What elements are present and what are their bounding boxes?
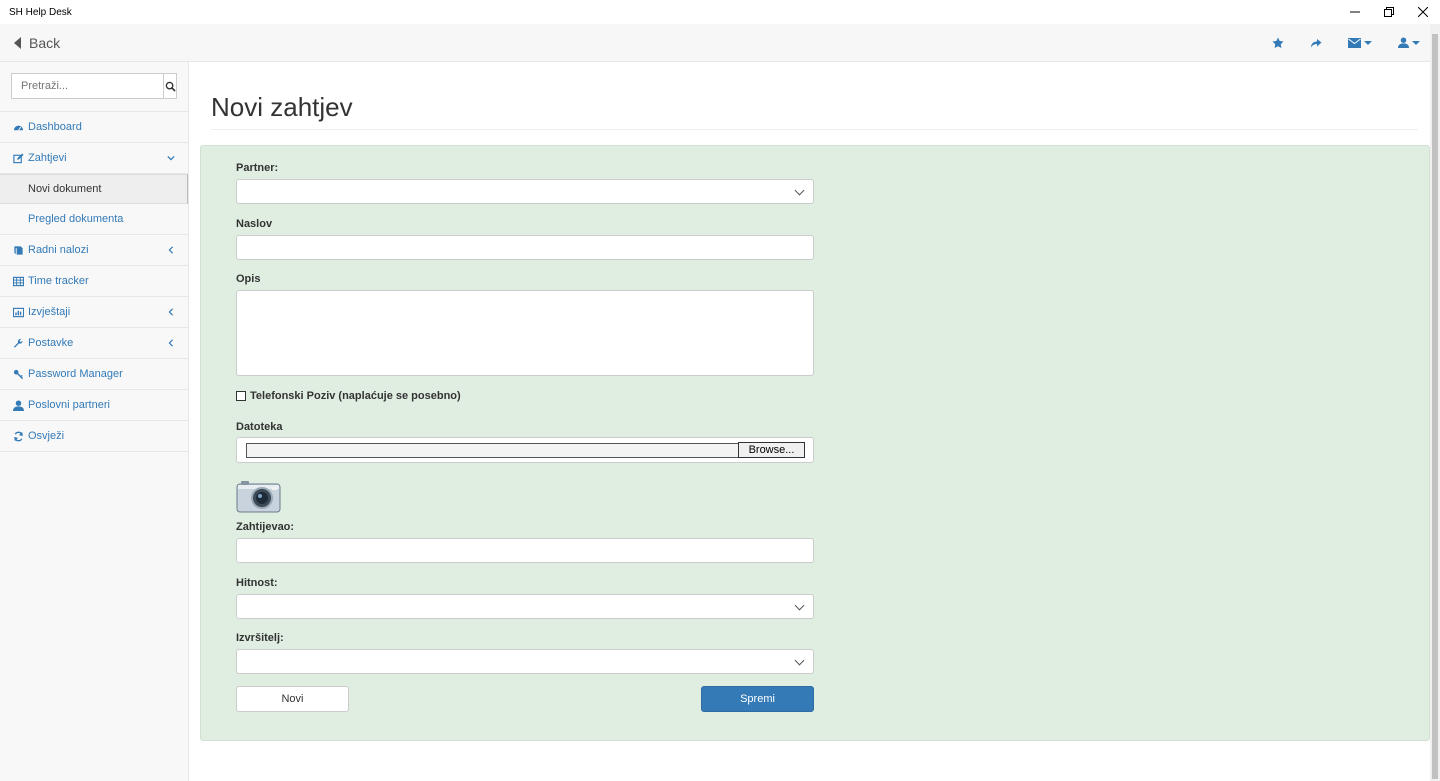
partner-label: Partner: xyxy=(236,162,279,174)
table-icon xyxy=(13,276,24,286)
browse-button[interactable]: Browse... xyxy=(738,442,805,458)
share-button[interactable] xyxy=(1310,37,1322,49)
back-label: Back xyxy=(29,34,61,51)
sidebar-item-label: Radni nalozi xyxy=(28,244,89,256)
user-icon xyxy=(13,399,24,411)
new-request-form: Partner: Naslov Opis Telefonski Poziv (n… xyxy=(200,145,1430,741)
phone-call-checkbox-row: Telefonski Poziv (naplaćuje se posebno) xyxy=(236,390,461,402)
sidebar: Dashboard Zahtjevi Novi dokument Pregled… xyxy=(0,62,189,781)
naslov-label: Naslov xyxy=(236,218,273,230)
chevron-down-icon xyxy=(794,185,805,196)
sidebar-item-osvjezi[interactable]: Osvježi xyxy=(0,421,188,452)
sidebar-item-label: Postavke xyxy=(28,337,74,349)
file-path-field[interactable] xyxy=(246,443,738,458)
file-input: Browse... xyxy=(236,437,814,463)
user-dropdown[interactable] xyxy=(1398,37,1420,48)
hitnost-label: Hitnost: xyxy=(236,577,278,589)
sidebar-item-label: Novi dokument xyxy=(28,183,102,195)
edit-icon xyxy=(13,152,24,163)
zahtijevao-label: Zahtijevao: xyxy=(236,521,295,533)
star-icon xyxy=(1272,37,1284,48)
chevron-down-icon xyxy=(794,600,805,611)
user-icon xyxy=(1398,37,1409,48)
back-arrow-icon xyxy=(14,36,21,49)
wrench-icon xyxy=(13,338,23,348)
izvrsitelj-select[interactable] xyxy=(236,649,814,674)
sidebar-item-label: Poslovni partneri xyxy=(28,399,110,411)
window-titlebar: SH Help Desk xyxy=(0,0,1440,24)
sidebar-item-label: Dashboard xyxy=(28,121,82,133)
sidebar-item-time-tracker[interactable]: Time tracker xyxy=(0,266,188,297)
sidebar-item-label: Osvježi xyxy=(28,430,65,442)
chevron-down-icon xyxy=(794,655,805,666)
sidebar-item-izvjestaji[interactable]: Izvještaji xyxy=(0,297,188,328)
sidebar-item-label: Zahtjevi xyxy=(28,152,67,164)
sidebar-subitem-novi-dokument[interactable]: Novi dokument xyxy=(0,174,188,204)
sidebar-item-poslovni-partneri[interactable]: Poslovni partneri xyxy=(0,390,188,421)
search-icon xyxy=(165,81,176,92)
envelope-icon xyxy=(1348,37,1361,48)
sidebar-item-label: Izvještaji xyxy=(28,306,71,318)
top-navbar: Back xyxy=(0,24,1430,62)
opis-label: Opis xyxy=(236,273,261,285)
opis-textarea[interactable] xyxy=(236,290,814,376)
window-title: SH Help Desk xyxy=(9,6,72,18)
scrollbar-thumb[interactable] xyxy=(1432,34,1438,779)
restore-button[interactable] xyxy=(1372,0,1406,24)
minimize-button[interactable] xyxy=(1338,0,1372,24)
camera-icon xyxy=(236,481,281,513)
book-icon xyxy=(14,245,23,255)
page-title: Novi zahtjev xyxy=(211,92,353,122)
zahtijevao-input[interactable] xyxy=(236,538,814,563)
minimize-icon xyxy=(1350,11,1360,13)
sidebar-search xyxy=(11,73,177,99)
refresh-icon xyxy=(14,431,23,441)
close-icon xyxy=(1418,7,1428,17)
camera-button[interactable] xyxy=(236,480,281,513)
sidebar-item-zahtjevi[interactable]: Zahtjevi xyxy=(0,143,188,174)
naslov-input[interactable] xyxy=(236,235,814,260)
restore-icon xyxy=(1384,7,1394,17)
chevron-down-icon xyxy=(1412,40,1420,45)
sidebar-item-label: Password Manager xyxy=(28,368,123,380)
izvrsitelj-label: Izvršitelj: xyxy=(236,632,284,644)
phone-call-checkbox[interactable] xyxy=(236,391,246,401)
chevron-left-icon xyxy=(168,339,174,347)
sidebar-item-dashboard[interactable]: Dashboard xyxy=(0,112,188,143)
sidebar-item-radni-nalozi[interactable]: Radni nalozi xyxy=(0,235,188,266)
vertical-scrollbar[interactable] xyxy=(1430,24,1440,781)
messages-dropdown[interactable] xyxy=(1348,37,1372,48)
sidebar-item-postavke[interactable]: Postavke xyxy=(0,328,188,359)
search-input[interactable] xyxy=(11,73,163,99)
save-button[interactable]: Spremi xyxy=(701,686,814,712)
chevron-down-icon xyxy=(1364,40,1372,45)
chevron-left-icon xyxy=(168,246,174,254)
key-icon xyxy=(13,369,24,379)
chevron-left-icon xyxy=(168,308,174,316)
sidebar-item-label: Time tracker xyxy=(28,275,89,287)
sidebar-item-password-manager[interactable]: Password Manager xyxy=(0,359,188,390)
new-button[interactable]: Novi xyxy=(236,686,349,712)
close-button[interactable] xyxy=(1406,0,1440,24)
search-button[interactable] xyxy=(163,73,177,99)
chevron-down-icon xyxy=(167,155,175,161)
share-icon xyxy=(1311,38,1322,47)
back-button[interactable]: Back xyxy=(0,35,60,51)
datoteka-label: Datoteka xyxy=(236,421,283,433)
partner-select[interactable] xyxy=(236,179,814,204)
sidebar-subitem-pregled-dokumenta[interactable]: Pregled dokumenta xyxy=(0,204,188,234)
sidebar-menu: Dashboard Zahtjevi Novi dokument Pregled… xyxy=(0,111,188,452)
phone-call-label: Telefonski Poziv (naplaćuje se posebno) xyxy=(250,390,461,402)
title-divider xyxy=(211,129,1418,130)
sidebar-item-label: Pregled dokumenta xyxy=(28,213,124,225)
chart-icon xyxy=(13,307,24,317)
hitnost-select[interactable] xyxy=(236,594,814,619)
dashboard-icon xyxy=(13,125,24,131)
favorites-button[interactable] xyxy=(1272,37,1284,49)
